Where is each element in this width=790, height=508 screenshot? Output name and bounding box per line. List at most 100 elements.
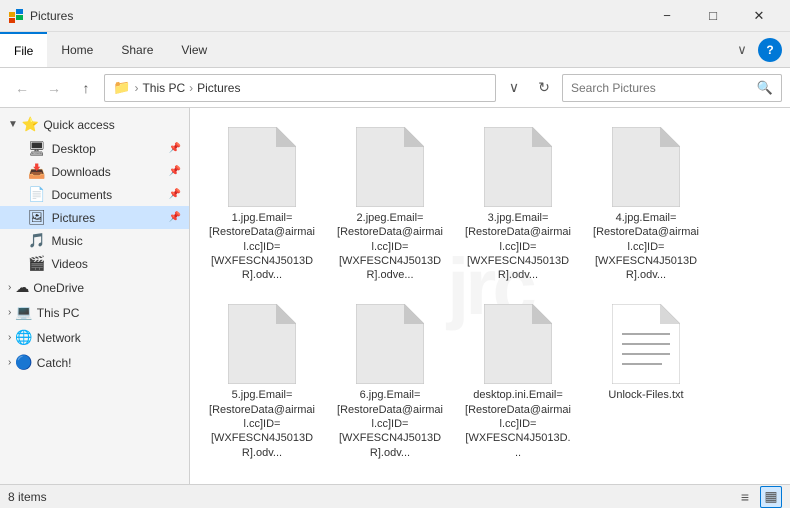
window-title: Pictures xyxy=(30,9,644,23)
file-item-5[interactable]: 5.jpg.Email=[RestoreData@airmail.cc]ID=[… xyxy=(202,297,322,466)
status-bar: 8 items ≡ ▦ xyxy=(0,484,790,508)
address-path[interactable]: 📁 › This PC › Pictures xyxy=(104,74,496,102)
network-icon: 🌐 xyxy=(15,329,32,346)
file-item-4[interactable]: 4.jpg.Email=[RestoreData@airmail.cc]ID=[… xyxy=(586,120,706,289)
file-name-6: 6.jpg.Email=[RestoreData@airmail.cc]ID=[… xyxy=(337,388,443,459)
tab-share[interactable]: Share xyxy=(107,32,167,67)
maximize-button[interactable]: □ xyxy=(690,0,736,32)
pictures-icon: 🖼 xyxy=(28,209,46,226)
sidebar-section-network: › 🌐 Network xyxy=(0,325,189,350)
file-item-3[interactable]: 3.jpg.Email=[RestoreData@airmail.cc]ID=[… xyxy=(458,120,578,289)
path-this-pc[interactable]: This PC xyxy=(142,81,185,95)
desktop-pin-icon: 📌 xyxy=(169,143,181,154)
search-icon: 🔍 xyxy=(757,80,773,96)
pictures-label: Pictures xyxy=(52,211,95,225)
sidebar-section-quick-access: ▼ ⭐ Quick access 🖥 Desktop 📌 📥 Downloads… xyxy=(0,112,189,275)
path-separator-1: › xyxy=(134,81,138,95)
sidebar-item-videos[interactable]: 🎬 Videos xyxy=(0,252,189,275)
path-dropdown-button[interactable]: ∨ xyxy=(500,74,528,102)
file-item-6[interactable]: 6.jpg.Email=[RestoreData@airmail.cc]ID=[… xyxy=(330,297,450,466)
file-item-8[interactable]: Unlock-Files.txt xyxy=(586,297,706,466)
sidebar-item-music[interactable]: 🎵 Music xyxy=(0,229,189,252)
address-bar: ← → ↑ 📁 › This PC › Pictures ∨ ↻ 🔍 xyxy=(0,68,790,108)
back-button[interactable]: ← xyxy=(8,74,36,102)
tab-view[interactable]: View xyxy=(167,32,221,67)
sidebar: ▼ ⭐ Quick access 🖥 Desktop 📌 📥 Downloads… xyxy=(0,108,190,484)
list-view-button[interactable]: ≡ xyxy=(734,486,756,508)
documents-label: Documents xyxy=(51,188,112,202)
ribbon-collapse-button[interactable]: ∨ xyxy=(730,38,754,62)
ribbon-help: ∨ ? xyxy=(730,38,790,62)
file-icon-6 xyxy=(356,304,424,384)
sidebar-item-pictures[interactable]: 🖼 Pictures 📌 xyxy=(0,206,189,229)
item-count: 8 items xyxy=(8,490,47,504)
catch-label: Catch! xyxy=(37,356,72,370)
videos-label: Videos xyxy=(51,257,87,271)
view-controls: ≡ ▦ xyxy=(734,486,782,508)
thispc-chevron: › xyxy=(8,307,11,318)
sidebar-item-downloads[interactable]: 📥 Downloads 📌 xyxy=(0,160,189,183)
file-name-3: 3.jpg.Email=[RestoreData@airmail.cc]ID=[… xyxy=(465,211,571,282)
file-icon-7 xyxy=(484,304,552,384)
title-bar: Pictures − □ ✕ xyxy=(0,0,790,32)
tab-file[interactable]: File xyxy=(0,32,47,67)
path-folder-icon: 📁 xyxy=(113,79,130,96)
catch-chevron: › xyxy=(8,357,11,368)
sidebar-header-onedrive[interactable]: › ☁ OneDrive xyxy=(0,275,189,300)
path-separator-2: › xyxy=(189,81,193,95)
search-box[interactable]: 🔍 xyxy=(562,74,782,102)
help-button[interactable]: ? xyxy=(758,38,782,62)
close-button[interactable]: ✕ xyxy=(736,0,782,32)
ribbon: File Home Share View ∨ ? xyxy=(0,32,790,68)
quick-access-label: Quick access xyxy=(43,118,114,132)
sidebar-header-network[interactable]: › 🌐 Network xyxy=(0,325,189,350)
window-icon xyxy=(8,8,24,24)
detail-view-button[interactable]: ▦ xyxy=(760,486,782,508)
forward-button[interactable]: → xyxy=(40,74,68,102)
documents-icon: 📄 xyxy=(28,186,45,203)
pictures-pin-icon: 📌 xyxy=(169,212,181,223)
music-label: Music xyxy=(51,234,82,248)
documents-pin-icon: 📌 xyxy=(169,189,181,200)
sidebar-section-thispc: › 💻 This PC xyxy=(0,300,189,325)
file-icon-5 xyxy=(228,304,296,384)
desktop-icon: 🖥 xyxy=(28,140,46,157)
sidebar-header-thispc[interactable]: › 💻 This PC xyxy=(0,300,189,325)
sidebar-section-catch: › 🔵 Catch! xyxy=(0,350,189,375)
file-icon-2 xyxy=(356,127,424,207)
tab-home[interactable]: Home xyxy=(47,32,107,67)
videos-icon: 🎬 xyxy=(28,255,45,272)
sidebar-item-documents[interactable]: 📄 Documents 📌 xyxy=(0,183,189,206)
search-input[interactable] xyxy=(571,81,753,95)
file-icon-8 xyxy=(612,304,680,384)
file-name-1: 1.jpg.Email=[RestoreData@airmail.cc]ID=[… xyxy=(209,211,315,282)
downloads-label: Downloads xyxy=(51,165,110,179)
refresh-button[interactable]: ↻ xyxy=(530,74,558,102)
sidebar-item-desktop[interactable]: 🖥 Desktop 📌 xyxy=(0,137,189,160)
sidebar-header-catch[interactable]: › 🔵 Catch! xyxy=(0,350,189,375)
network-chevron: › xyxy=(8,332,11,343)
file-icon-3 xyxy=(484,127,552,207)
file-icon-4 xyxy=(612,127,680,207)
minimize-button[interactable]: − xyxy=(644,0,690,32)
up-button[interactable]: ↑ xyxy=(72,74,100,102)
address-controls: ∨ ↻ xyxy=(500,74,558,102)
quick-access-star-icon: ⭐ xyxy=(22,116,39,133)
downloads-icon: 📥 xyxy=(28,163,45,180)
catch-icon: 🔵 xyxy=(15,354,32,371)
onedrive-icon: ☁ xyxy=(15,279,29,296)
file-item-1[interactable]: 1.jpg.Email=[RestoreData@airmail.cc]ID=[… xyxy=(202,120,322,289)
file-item-2[interactable]: 2.jpeg.Email=[RestoreData@airmail.cc]ID=… xyxy=(330,120,450,289)
window-controls: − □ ✕ xyxy=(644,0,782,32)
file-name-4: 4.jpg.Email=[RestoreData@airmail.cc]ID=[… xyxy=(593,211,699,282)
path-pictures[interactable]: Pictures xyxy=(197,81,240,95)
thispc-icon: 💻 xyxy=(15,304,32,321)
sidebar-header-quick-access[interactable]: ▼ ⭐ Quick access xyxy=(0,112,189,137)
sidebar-section-onedrive: › ☁ OneDrive xyxy=(0,275,189,300)
downloads-pin-icon: 📌 xyxy=(169,166,181,177)
desktop-label: Desktop xyxy=(52,142,96,156)
content-area: jrc 1.jpg.Email=[RestoreData@airmail.cc]… xyxy=(190,108,790,484)
file-icon-1 xyxy=(228,127,296,207)
file-item-7[interactable]: desktop.ini.Email=[RestoreData@airmail.c… xyxy=(458,297,578,466)
file-name-5: 5.jpg.Email=[RestoreData@airmail.cc]ID=[… xyxy=(209,388,315,459)
